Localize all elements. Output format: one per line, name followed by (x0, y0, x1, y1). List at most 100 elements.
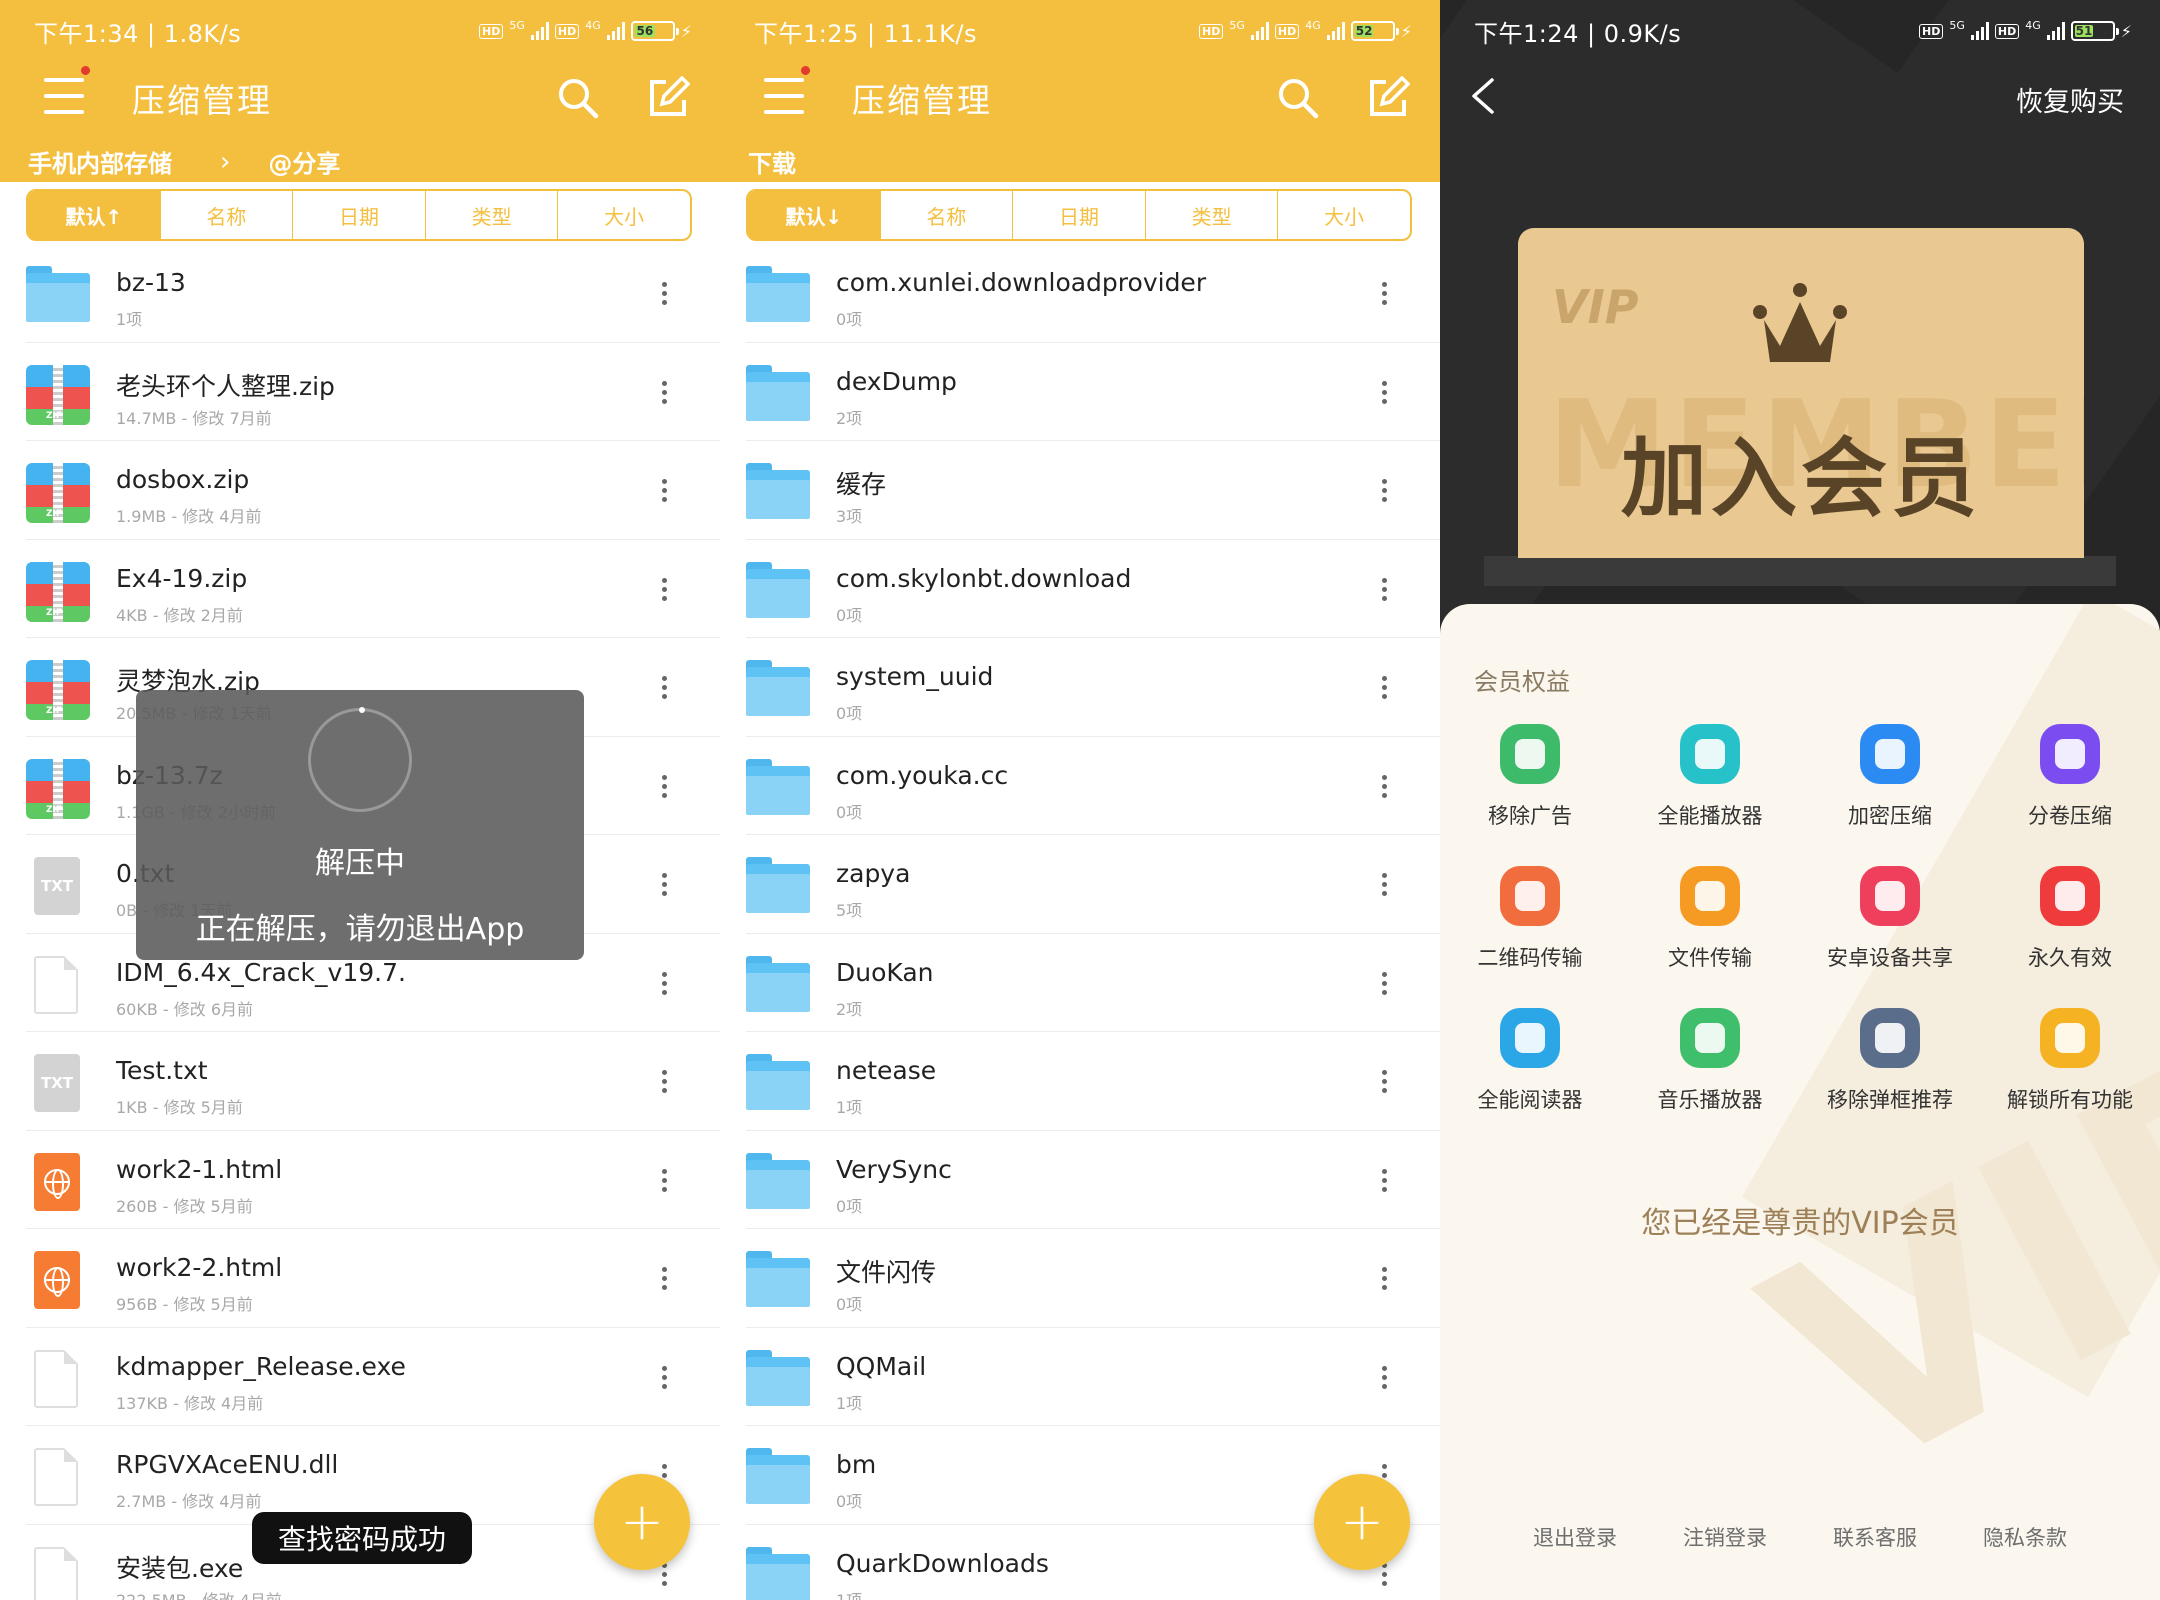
benefit-icon (1500, 866, 1560, 926)
sort-date[interactable]: 日期 (1012, 191, 1145, 239)
file-row[interactable]: kdmapper_Release.exe 137KB - 修改 4月前 (26, 1328, 720, 1426)
folder-icon (746, 857, 810, 913)
folder-icon (746, 758, 810, 815)
file-row[interactable]: 缓存 3项 (746, 441, 1440, 540)
file-row[interactable]: netease 1项 (746, 1032, 1440, 1131)
more-options-icon[interactable] (1374, 1165, 1394, 1201)
file-name: Test.txt (116, 1056, 208, 1085)
restore-purchase-button[interactable]: 恢复购买 (2016, 80, 2124, 119)
file-row[interactable]: QQMail 1项 (746, 1328, 1440, 1426)
extract-progress-dialog: 解压中 正在解压，请勿退出App (136, 690, 584, 960)
file-row[interactable]: ZIP 老头环个人整理.zip 14.7MB - 修改 7月前 (26, 343, 720, 441)
add-button[interactable]: + (1314, 1474, 1410, 1570)
more-options-icon[interactable] (654, 1066, 674, 1102)
battery-icon: 56 (630, 21, 679, 41)
sort-type[interactable]: 类型 (1144, 191, 1278, 239)
file-row[interactable]: com.xunlei.downloadprovider 0项 (746, 244, 1440, 343)
more-options-icon[interactable] (654, 672, 674, 708)
benefit-item[interactable]: 安卓设备共享 (1800, 866, 1980, 972)
more-options-icon[interactable] (654, 968, 674, 1004)
file-row[interactable]: work2-1.html 260B - 修改 5月前 (26, 1131, 720, 1229)
more-options-icon[interactable] (1374, 1066, 1394, 1102)
search-icon[interactable] (556, 76, 600, 120)
benefit-item[interactable]: 文件传输 (1620, 866, 1800, 972)
benefit-item[interactable]: 移除弹框推荐 (1800, 1008, 1980, 1114)
more-options-icon[interactable] (654, 377, 674, 413)
sort-default[interactable]: 默认↓ (748, 191, 880, 239)
breadcrumb-item[interactable]: @分享 (268, 144, 340, 179)
more-options-icon[interactable] (654, 1263, 674, 1299)
more-options-icon[interactable] (654, 869, 674, 905)
vip-membership-panel: 下午1:24 | 0.9K/s HD 5G HD 4G 51 ⚡ 恢复购买 ME… (1440, 0, 2160, 1600)
net-5g-label: 5G (1949, 18, 1965, 32)
file-row[interactable]: com.youka.cc 0项 (746, 737, 1440, 835)
benefit-item[interactable]: 音乐播放器 (1620, 1008, 1800, 1114)
file-meta: 260B - 修改 5月前 (116, 1196, 253, 1216)
more-options-icon[interactable] (654, 278, 674, 314)
file-meta: 4KB - 修改 2月前 (116, 605, 243, 625)
file-row[interactable]: com.skylonbt.download 0项 (746, 540, 1440, 638)
breadcrumb-item[interactable]: 下载 (748, 144, 796, 179)
sort-size[interactable]: 大小 (1277, 191, 1410, 239)
sort-name[interactable]: 名称 (879, 191, 1013, 239)
menu-icon[interactable] (764, 66, 810, 116)
file-row[interactable]: TXT Test.txt 1KB - 修改 5月前 (26, 1032, 720, 1131)
deactivate-account-link[interactable]: 注销登录 (1683, 1522, 1767, 1552)
search-icon[interactable] (1276, 76, 1320, 120)
file-row[interactable]: DuoKan 2项 (746, 934, 1440, 1032)
add-button[interactable]: + (594, 1474, 690, 1570)
benefit-item[interactable]: 加密压缩 (1800, 724, 1980, 830)
file-row[interactable]: VerySync 0项 (746, 1131, 1440, 1229)
benefit-item[interactable]: 解锁所有功能 (1980, 1008, 2160, 1114)
benefit-label: 文件传输 (1668, 946, 1752, 970)
more-options-icon[interactable] (1374, 968, 1394, 1004)
more-options-icon[interactable] (1374, 869, 1394, 905)
more-options-icon[interactable] (1374, 574, 1394, 610)
more-options-icon[interactable] (1374, 1362, 1394, 1398)
battery-level: 56 (634, 24, 655, 38)
file-row[interactable]: dexDump 2项 (746, 343, 1440, 441)
menu-icon[interactable] (44, 66, 90, 116)
file-row[interactable]: ZIP dosbox.zip 1.9MB - 修改 4月前 (26, 441, 720, 540)
net-4g-label: 4G (1305, 18, 1321, 32)
breadcrumb-item[interactable]: 手机内部存储 (28, 144, 172, 179)
file-meta: 1KB - 修改 5月前 (116, 1098, 243, 1117)
file-manager-panel-share: 下午1:34 | 1.8K/s HD 5G HD 4G 56 ⚡ 压缩管理 手机… (0, 0, 720, 1600)
benefit-item[interactable]: 分卷压缩 (1980, 724, 2160, 830)
more-options-icon[interactable] (1374, 475, 1394, 511)
benefit-item[interactable]: 全能播放器 (1620, 724, 1800, 830)
benefit-item[interactable]: 永久有效 (1980, 866, 2160, 972)
more-options-icon[interactable] (1374, 672, 1394, 708)
more-options-icon[interactable] (654, 1165, 674, 1201)
more-options-icon[interactable] (654, 1362, 674, 1398)
file-row[interactable]: 文件闪传 0项 (746, 1229, 1440, 1328)
file-row[interactable]: work2-2.html 956B - 修改 5月前 (26, 1229, 720, 1328)
sort-date[interactable]: 日期 (292, 191, 425, 239)
file-meta: 60KB - 修改 6月前 (116, 999, 254, 1019)
file-meta: 137KB - 修改 4月前 (116, 1393, 264, 1413)
sort-size[interactable]: 大小 (557, 191, 690, 239)
benefit-item[interactable]: 二维码传输 (1440, 866, 1620, 972)
privacy-policy-link[interactable]: 隐私条款 (1983, 1522, 2067, 1552)
contact-support-link[interactable]: 联系客服 (1833, 1522, 1917, 1552)
more-options-icon[interactable] (1374, 1263, 1394, 1299)
more-options-icon[interactable] (654, 475, 674, 511)
more-options-icon[interactable] (1374, 771, 1394, 807)
edit-icon[interactable] (646, 76, 690, 120)
more-options-icon[interactable] (654, 574, 674, 610)
back-arrow-icon[interactable] (1468, 76, 1498, 116)
more-options-icon[interactable] (654, 771, 674, 807)
file-row[interactable]: ZIP Ex4-19.zip 4KB - 修改 2月前 (26, 540, 720, 638)
edit-icon[interactable] (1366, 76, 1410, 120)
sort-name[interactable]: 名称 (159, 191, 293, 239)
file-row[interactable]: bz-13 1项 (26, 244, 720, 343)
logout-link[interactable]: 退出登录 (1533, 1522, 1617, 1552)
file-row[interactable]: system_uuid 0项 (746, 638, 1440, 737)
file-row[interactable]: zapya 5项 (746, 835, 1440, 934)
benefit-item[interactable]: 全能阅读器 (1440, 1008, 1620, 1114)
more-options-icon[interactable] (1374, 278, 1394, 314)
more-options-icon[interactable] (1374, 377, 1394, 413)
sort-type[interactable]: 类型 (424, 191, 558, 239)
sort-default[interactable]: 默认↑ (28, 191, 160, 239)
benefit-item[interactable]: 移除广告 (1440, 724, 1620, 830)
